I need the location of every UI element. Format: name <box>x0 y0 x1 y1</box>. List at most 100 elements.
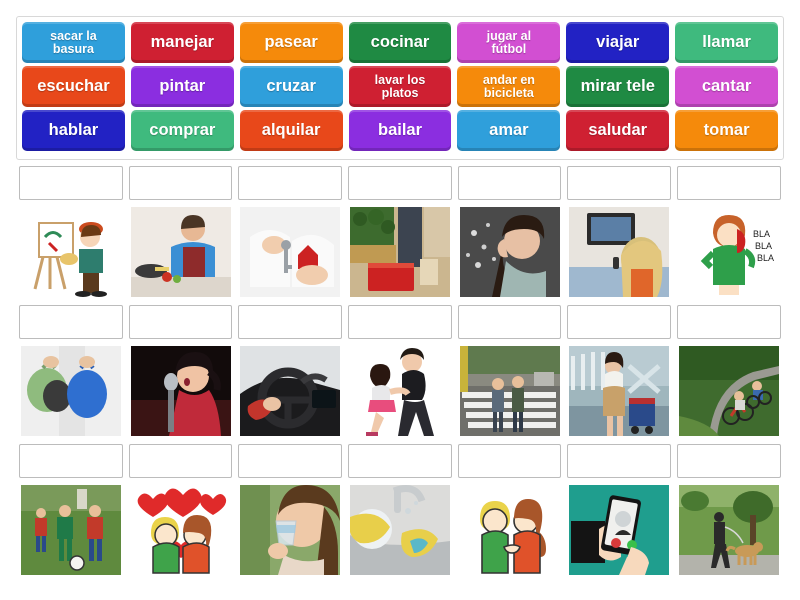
answer-dropzone[interactable] <box>677 444 781 478</box>
word-tile[interactable]: saludar <box>566 110 670 151</box>
answer-dropzone[interactable] <box>348 444 452 478</box>
answer-dropzone[interactable] <box>128 305 233 339</box>
answer-dropzone[interactable] <box>128 166 233 200</box>
answer-dropzone[interactable] <box>128 444 233 478</box>
item-cell <box>16 305 126 444</box>
item-cell <box>674 305 784 444</box>
answer-dropzone[interactable] <box>348 305 452 339</box>
gloved-hands-washing-dishes-in-sink-photo[interactable] <box>349 485 450 580</box>
word-tile[interactable]: pasear <box>239 22 343 63</box>
word-tile[interactable]: mirar tele <box>566 66 670 107</box>
item-cell <box>126 166 236 305</box>
answer-dropzone[interactable] <box>348 166 452 200</box>
thumbnail-wrapper <box>348 339 452 444</box>
word-tile[interactable]: bailar <box>348 110 452 151</box>
word-tile[interactable]: amar <box>457 110 561 151</box>
word-bank-row: sacar la basura manejar pasear cocinar jugar… <box>22 22 779 63</box>
item-row: BLA BLA BLA <box>16 166 784 305</box>
woman-singing-into-microphone-photo[interactable] <box>130 346 231 441</box>
thumbnail-wrapper <box>129 200 233 305</box>
word-tile[interactable]: hablar <box>22 110 125 151</box>
answer-dropzone[interactable] <box>457 166 562 200</box>
answer-dropzone[interactable] <box>567 444 672 478</box>
svg-text:BLA: BLA <box>757 253 774 263</box>
woman-with-luggage-travelling-photo[interactable] <box>569 346 670 441</box>
word-tile[interactable]: llamar <box>675 22 779 63</box>
word-tile[interactable]: cocinar <box>348 22 452 63</box>
word-bank-row: escuchar pintar cruzar lavar los platos anda… <box>22 66 779 107</box>
hands-holding-car-key-and-house-keychain-photo[interactable] <box>240 207 341 302</box>
word-tile[interactable]: cruzar <box>239 66 343 107</box>
word-tile[interactable]: viajar <box>566 22 670 63</box>
word-tile[interactable]: comprar <box>130 110 234 151</box>
answer-dropzone[interactable] <box>19 166 123 200</box>
item-cell <box>345 305 455 444</box>
answer-dropzone[interactable] <box>677 305 781 339</box>
word-tile[interactable]: jugar al fútbol <box>457 22 561 63</box>
item-cell <box>345 166 455 305</box>
answer-dropzone[interactable] <box>677 166 781 200</box>
thumbnail-wrapper <box>348 478 452 583</box>
thumbnail-wrapper <box>458 478 562 583</box>
hands-driving-car-steering-wheel-photo[interactable] <box>240 346 341 441</box>
answer-dropzone[interactable] <box>567 305 672 339</box>
item-cell <box>455 305 565 444</box>
item-row <box>16 305 784 444</box>
thumbnail-wrapper <box>238 200 342 305</box>
thumbnail-wrapper <box>238 478 342 583</box>
couple-dancing-photo[interactable] <box>349 346 450 441</box>
boy-and-girl-in-love-hearts-illustration[interactable] <box>130 485 231 580</box>
svg-text:BLA: BLA <box>755 241 772 251</box>
thumbnail-wrapper <box>19 200 123 305</box>
person-with-red-shopping-basket-at-market-photo[interactable] <box>349 207 450 302</box>
woman-watching-tv-with-remote-photo[interactable] <box>569 207 670 302</box>
woman-cupping-ear-listening-photo[interactable] <box>459 207 560 302</box>
thumbnail-wrapper <box>567 339 671 444</box>
thumbnail-wrapper <box>458 200 562 305</box>
word-tile[interactable]: escuchar <box>22 66 125 107</box>
item-cell <box>455 444 565 583</box>
answer-dropzone[interactable] <box>238 305 343 339</box>
answer-dropzone[interactable] <box>238 444 343 478</box>
man-cooking-chopping-vegetables-photo[interactable] <box>130 207 231 302</box>
item-cell <box>455 166 565 305</box>
answer-dropzone[interactable] <box>238 166 343 200</box>
thumbnail-wrapper <box>567 200 671 305</box>
man-walking-dog-in-park-photo[interactable] <box>678 485 779 580</box>
word-tile[interactable]: sacar la basura <box>22 22 125 63</box>
answer-dropzone[interactable] <box>567 166 672 200</box>
answer-dropzone[interactable] <box>457 444 562 478</box>
item-cell <box>16 166 126 305</box>
hands-holding-phone-incoming-call-illustration[interactable] <box>569 485 670 580</box>
item-cell <box>345 444 455 583</box>
girl-talking-on-phone-bla-bla-illustration[interactable]: BLA BLA BLA <box>678 207 779 302</box>
men-playing-soccer-photo[interactable] <box>20 485 121 580</box>
word-tile[interactable]: manejar <box>130 22 234 63</box>
word-tile[interactable]: andar en bicicleta <box>457 66 561 107</box>
word-tile[interactable]: lavar los platos <box>348 66 452 107</box>
word-tile[interactable]: tomar <box>675 110 779 151</box>
svg-text:BLA: BLA <box>753 229 770 239</box>
item-cell <box>674 444 784 583</box>
woman-drinking-glass-of-water-photo[interactable] <box>240 485 341 580</box>
thumbnail-wrapper <box>129 478 233 583</box>
word-tile[interactable]: pintar <box>130 66 234 107</box>
family-riding-bicycles-on-path-photo[interactable] <box>678 346 779 441</box>
word-tile[interactable]: alquilar <box>239 110 343 151</box>
word-tile[interactable]: cantar <box>675 66 779 107</box>
person-carrying-garbage-bags-photo[interactable] <box>20 346 121 441</box>
thumbnail-wrapper <box>129 339 233 444</box>
item-cell <box>235 444 345 583</box>
item-row <box>16 444 784 583</box>
thumbnail-wrapper <box>19 339 123 444</box>
answer-dropzone[interactable] <box>457 305 562 339</box>
boy-and-girl-shaking-hands-illustration[interactable] <box>459 485 560 580</box>
word-bank: sacar la basura manejar pasear cocinar jugar… <box>16 16 784 160</box>
thumbnail-wrapper <box>677 339 781 444</box>
thumbnail-wrapper: BLA BLA BLA <box>677 200 781 305</box>
answer-dropzone[interactable] <box>19 305 123 339</box>
item-cell <box>126 444 236 583</box>
boy-painting-at-easel-illustration[interactable] <box>20 207 121 302</box>
people-crossing-crosswalk-photo[interactable] <box>459 346 560 441</box>
answer-dropzone[interactable] <box>19 444 123 478</box>
